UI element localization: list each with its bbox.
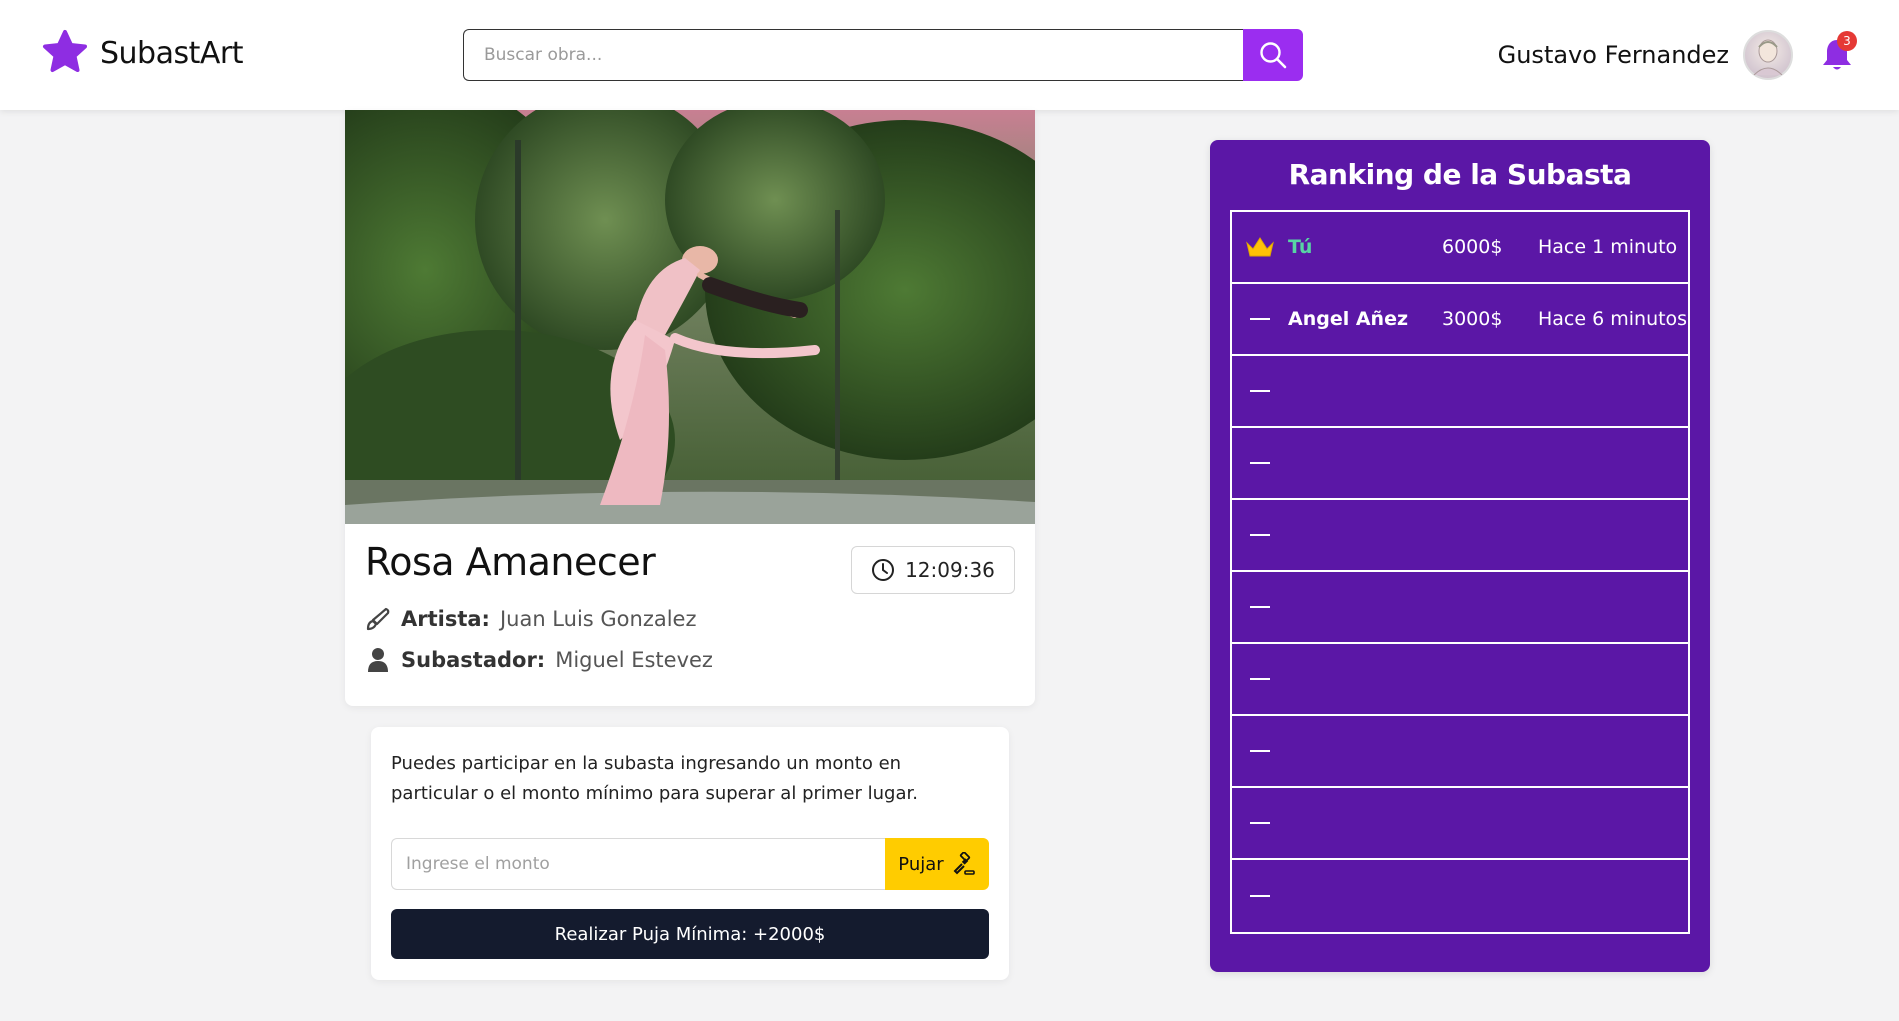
dash-icon bbox=[1232, 462, 1288, 464]
bidder-name: Tú bbox=[1288, 236, 1313, 258]
search-bar bbox=[463, 29, 1303, 81]
ranking-row bbox=[1232, 428, 1688, 500]
pujar-button[interactable]: Pujar bbox=[885, 838, 989, 890]
brand-logo[interactable]: SubastArt bbox=[40, 28, 244, 78]
artwork-title: Rosa Amanecer bbox=[365, 540, 656, 584]
timer-value: 12:09:36 bbox=[905, 558, 995, 582]
user-area: Gustavo Fernandez 3 bbox=[1498, 30, 1859, 80]
pujar-label: Pujar bbox=[898, 853, 944, 875]
ranking-row: Angel Añez 3000$ Hace 6 minutos bbox=[1232, 284, 1688, 356]
bid-amount-input[interactable] bbox=[391, 838, 885, 890]
artwork-image[interactable] bbox=[345, 110, 1035, 524]
dash-icon bbox=[1232, 390, 1288, 392]
dash-icon bbox=[1232, 750, 1288, 752]
bid-time: Hace 6 minutos bbox=[1538, 308, 1688, 330]
dash-icon bbox=[1232, 318, 1288, 320]
bid-instructions: Puedes participar en la subasta ingresan… bbox=[391, 753, 918, 804]
gavel-icon bbox=[953, 852, 975, 875]
user-name[interactable]: Gustavo Fernandez bbox=[1498, 41, 1729, 69]
auctioneer-row: Subastador: Miguel Estevez bbox=[365, 647, 713, 673]
auctioneer-name: Miguel Estevez bbox=[555, 648, 713, 672]
bid-card: Puedes participar en la subasta ingresan… bbox=[371, 727, 1009, 980]
crown-icon bbox=[1232, 235, 1288, 259]
dash-icon bbox=[1232, 606, 1288, 608]
ranking-row bbox=[1232, 356, 1688, 428]
bid-amount: 6000$ bbox=[1442, 236, 1503, 258]
notification-badge: 3 bbox=[1837, 31, 1857, 51]
top-navbar: SubastArt Gustavo Fernandez 3 bbox=[0, 0, 1899, 110]
ranking-row bbox=[1232, 788, 1688, 860]
dash-icon bbox=[1232, 895, 1288, 897]
auctioneer-label: Subastador: bbox=[401, 648, 546, 672]
avatar[interactable] bbox=[1743, 30, 1793, 80]
artist-label: Artista: bbox=[401, 607, 490, 631]
ranking-row bbox=[1232, 860, 1688, 932]
bid-amount: 3000$ bbox=[1442, 308, 1503, 330]
search-button[interactable] bbox=[1243, 29, 1303, 81]
minimum-bid-button[interactable]: Realizar Puja Mínima: +2000$ bbox=[391, 909, 989, 959]
dash-icon bbox=[1232, 822, 1288, 824]
auction-timer: 12:09:36 bbox=[851, 546, 1015, 594]
artist-name: Juan Luis Gonzalez bbox=[499, 607, 697, 631]
artist-row: Artista: Juan Luis Gonzalez bbox=[365, 606, 697, 632]
brand-name: SubastArt bbox=[100, 35, 244, 71]
dash-icon bbox=[1232, 534, 1288, 536]
ranking-row bbox=[1232, 716, 1688, 788]
notifications-button[interactable]: 3 bbox=[1815, 31, 1859, 77]
user-icon bbox=[368, 648, 388, 672]
search-icon bbox=[1260, 42, 1287, 69]
paintbrush-icon bbox=[366, 607, 390, 631]
ranking-table: Tú 6000$ Hace 1 minuto Angel Añez 3000$ Hace … bbox=[1230, 210, 1690, 934]
ranking-row bbox=[1232, 644, 1688, 716]
ranking-row: Tú 6000$ Hace 1 minuto bbox=[1232, 212, 1688, 284]
artwork-card: Rosa Amanecer 12:09:36 Artista: Juan Lui… bbox=[345, 110, 1035, 706]
bid-time: Hace 1 minuto bbox=[1538, 236, 1678, 258]
ranking-row bbox=[1232, 572, 1688, 644]
search-input[interactable] bbox=[463, 29, 1243, 81]
star-logo-icon bbox=[43, 30, 87, 72]
bid-input-group: Pujar bbox=[391, 838, 989, 890]
ranking-title: Ranking de la Subasta bbox=[1288, 158, 1632, 191]
clock-icon bbox=[872, 559, 895, 581]
user-avatar-icon bbox=[1753, 39, 1783, 75]
dash-icon bbox=[1232, 678, 1288, 680]
ranking-panel: Ranking de la Subasta Tú 6000$ Hace 1 minu… bbox=[1210, 140, 1710, 972]
ranking-row bbox=[1232, 500, 1688, 572]
bidder-name: Angel Añez bbox=[1288, 308, 1409, 330]
